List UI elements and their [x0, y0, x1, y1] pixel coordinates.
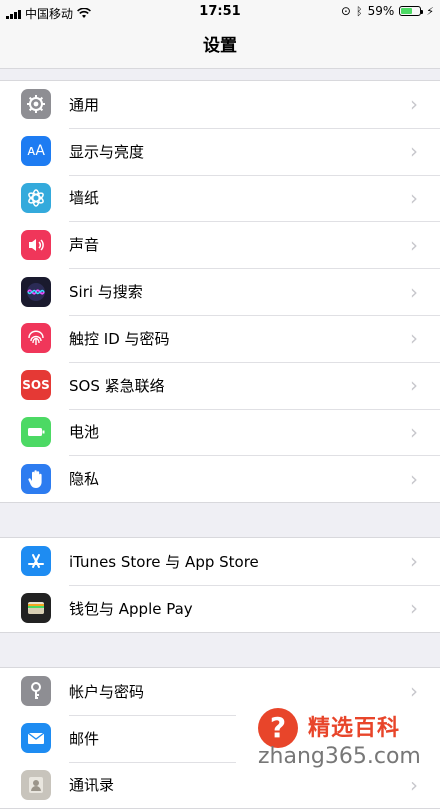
app-store-icon: [21, 546, 51, 577]
gear-icon: [21, 89, 51, 120]
chevron-right-icon: ›: [410, 139, 418, 164]
settings-row-label: 钱包与 Apple Pay: [69, 599, 193, 618]
wallet-icon: [21, 593, 51, 624]
chevron-right-icon: ›: [410, 373, 418, 398]
settings-row-label: 触控 ID 与密码: [69, 329, 170, 348]
orientation-lock-icon: ⊙: [340, 4, 351, 18]
chevron-right-icon: ›: [410, 596, 418, 621]
settings-row-label: 显示与亮度: [69, 142, 145, 161]
settings-row-label: Siri 与搜索: [69, 283, 143, 302]
chevron-right-icon: ›: [410, 185, 418, 210]
settings-row-label: 墙纸: [69, 189, 100, 208]
settings-row-label: 通用: [69, 95, 100, 114]
watermark-url: zhang365.com: [258, 744, 421, 769]
chevron-right-icon: ›: [410, 419, 418, 444]
settings-row-label: 帐户与密码: [69, 682, 145, 701]
chevron-right-icon: ›: [410, 549, 418, 574]
mail-icon: [21, 723, 51, 754]
settings-row[interactable]: ᴀA 显示与亮度 ›: [0, 127, 440, 175]
settings-row[interactable]: 声音 ›: [0, 221, 440, 268]
charging-icon: ⚡: [426, 4, 434, 18]
chevron-right-icon: ›: [410, 92, 418, 117]
settings-row[interactable]: SOS SOS 紧急联络 ›: [0, 361, 440, 409]
fingerprint-icon: [21, 323, 51, 354]
settings-row-label: 隐私: [69, 470, 100, 489]
chevron-right-icon: ›: [410, 679, 418, 704]
watermark: ? 精选百科 zhang365.com: [236, 702, 440, 782]
settings-group: 通用 › ᴀA 显示与亮度 › 墙纸 › 声音 › Siri 与搜索 › 触控 ID 与密码 › SOS S…: [0, 80, 440, 504]
chevron-right-icon: ›: [410, 466, 418, 491]
chevron-right-icon: ›: [410, 326, 418, 351]
settings-row[interactable]: 墙纸 ›: [0, 174, 440, 222]
chevron-right-icon: ›: [410, 232, 418, 257]
contacts-icon: [21, 769, 51, 800]
bluetooth-icon: ᛒ: [355, 4, 363, 18]
settings-row[interactable]: 触控 ID 与密码 ›: [0, 314, 440, 362]
settings-group: iTunes Store 与 App Store › 钱包与 Apple Pay ›: [0, 537, 440, 633]
sos-icon: SOS: [21, 370, 51, 401]
battery-icon: [21, 416, 51, 447]
hand-icon: [21, 463, 51, 494]
settings-row-label: 电池: [69, 423, 100, 442]
display-icon: ᴀA: [21, 136, 51, 167]
settings-row[interactable]: iTunes Store 与 App Store ›: [0, 538, 440, 585]
watermark-brand: 精选百科: [308, 716, 401, 741]
settings-row[interactable]: 隐私 ›: [0, 455, 440, 502]
page-title: 设置: [0, 24, 440, 69]
chevron-right-icon: ›: [410, 279, 418, 304]
settings-row[interactable]: Siri 与搜索 ›: [0, 268, 440, 315]
siri-icon: [21, 276, 51, 307]
settings-row[interactable]: 钱包与 Apple Pay ›: [0, 584, 440, 632]
speaker-icon: [21, 229, 51, 260]
settings-row-label: SOS 紧急联络: [69, 376, 165, 395]
battery-indicator: [399, 6, 424, 16]
settings-row-label: 声音: [69, 236, 100, 255]
key-icon: [21, 676, 51, 707]
status-bar: 中国移动 17:51 ⊙ ᛒ 59% ⚡: [0, 0, 440, 24]
battery-percent: 59%: [367, 4, 395, 18]
settings-row-label: iTunes Store 与 App Store: [69, 552, 259, 571]
settings-row[interactable]: 电池 ›: [0, 408, 440, 456]
watermark-logo-icon: ?: [258, 708, 298, 748]
settings-row[interactable]: 通用 ›: [0, 81, 440, 128]
wallpaper-icon: [21, 182, 51, 213]
